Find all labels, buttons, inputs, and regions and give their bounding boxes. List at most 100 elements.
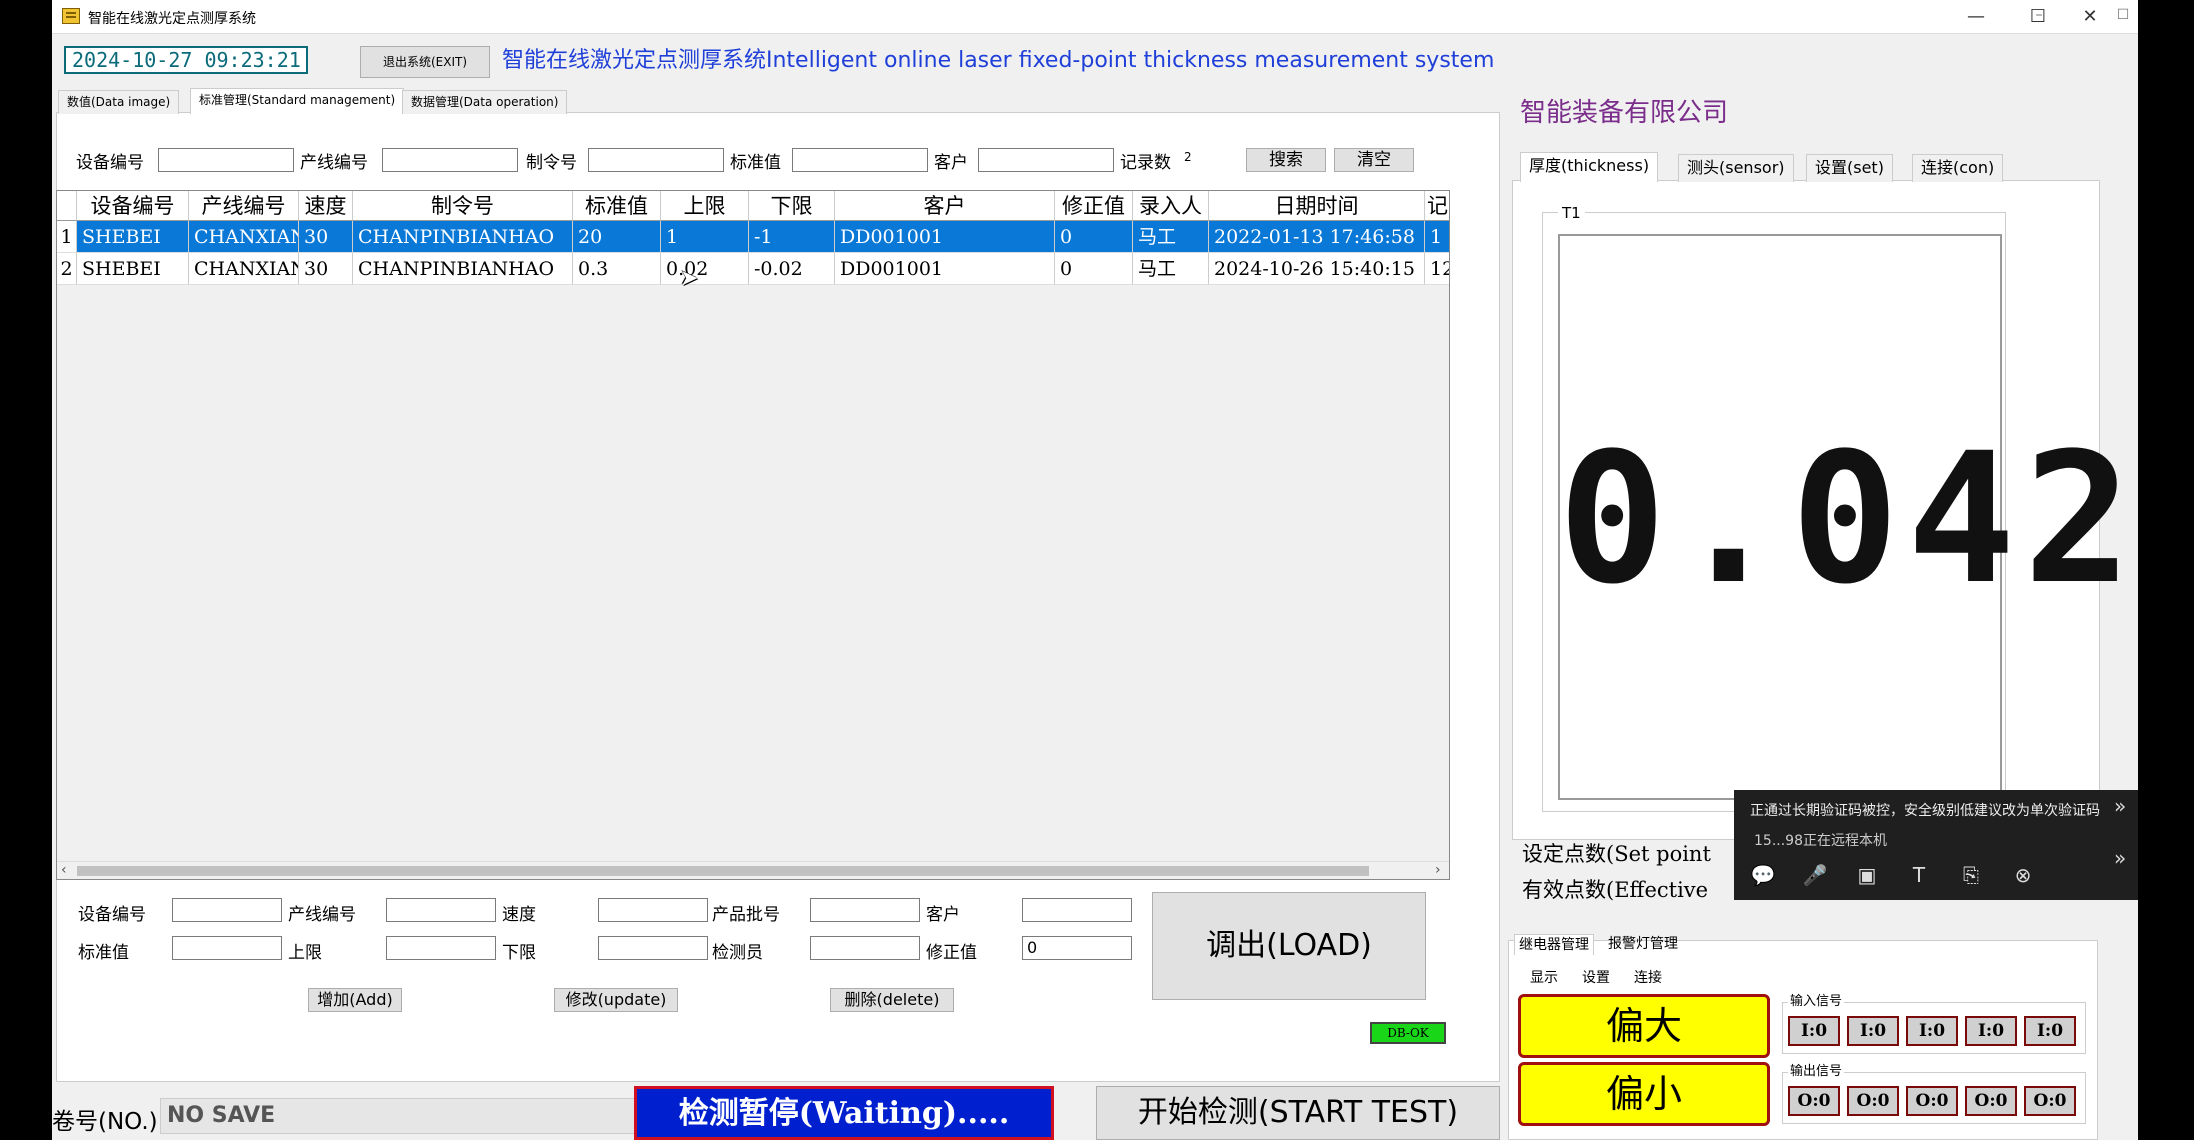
search-device-input[interactable] (158, 148, 294, 172)
cell-device[interactable]: SHEBEI (77, 253, 189, 285)
search-line-label: 产线编号 (300, 153, 368, 173)
form-batch-input[interactable] (810, 898, 920, 922)
tab-alarm-light[interactable]: 报警灯管理 (1604, 934, 1682, 954)
maximize-button[interactable]: ☐ (2018, 4, 2058, 30)
form-lower-input[interactable] (598, 936, 708, 960)
form-line-input[interactable] (386, 898, 496, 922)
col-header-line[interactable]: 产线编号 (189, 191, 299, 221)
delete-button[interactable]: 删除(delete) (830, 988, 954, 1012)
roll-number-value[interactable]: NO SAVE (160, 1098, 650, 1134)
cell-more[interactable]: 12 (1425, 253, 1449, 285)
cell-upper[interactable]: 1 (661, 221, 749, 253)
col-header-upper[interactable]: 上限 (661, 191, 749, 221)
form-batch-label: 产品批号 (712, 905, 780, 925)
form-upper-input[interactable] (386, 936, 496, 960)
form-inspector-input[interactable] (810, 936, 920, 960)
chat-icon[interactable]: 💬 (1748, 860, 1778, 890)
col-header-operator[interactable]: 录入人 (1133, 191, 1209, 221)
tab-set[interactable]: 设置(set) (1806, 154, 1893, 182)
too-small-indicator[interactable]: 偏小 (1518, 1062, 1770, 1126)
col-header-order[interactable]: 制令号 (353, 191, 573, 221)
cell-customer[interactable]: DD001001 (835, 221, 1055, 253)
cell-speed[interactable]: 30 (299, 221, 353, 253)
tab-data-image[interactable]: 数值(Data image) (58, 90, 180, 114)
col-header-more[interactable]: 记 (1425, 191, 1449, 221)
file-transfer-icon[interactable]: ⎘ (1956, 860, 1986, 890)
standards-table[interactable]: 设备编号 产线编号 速度 制令号 标准值 上限 下限 客户 修正值 录入人 日期… (56, 190, 1450, 880)
too-large-indicator[interactable]: 偏大 (1518, 994, 1770, 1058)
cell-datetime[interactable]: 2022-01-13 17:46:58 (1209, 221, 1425, 253)
subtab-connection[interactable]: 连接 (1630, 968, 1666, 988)
subtab-settings[interactable]: 设置 (1578, 968, 1614, 988)
minimize-button[interactable]: — (1956, 4, 1996, 30)
cell-order[interactable]: CHANPINBIANHAO (353, 253, 573, 285)
col-header-device[interactable]: 设备编号 (77, 191, 189, 221)
tab-thickness[interactable]: 厚度(thickness) (1520, 152, 1659, 182)
scroll-right-icon[interactable]: › (1435, 862, 1441, 878)
app-window: 智能在线激光定点测厚系统 – ☐ — ☐ ✕ 2024-10-27 09:23:… (52, 0, 2138, 1140)
cell-correction[interactable]: 0 (1055, 221, 1133, 253)
search-button[interactable]: 搜索 (1246, 148, 1326, 172)
form-correction-input[interactable]: 0 (1022, 936, 1132, 960)
form-line-label: 产线编号 (288, 905, 356, 925)
cell-lower[interactable]: -1 (749, 221, 835, 253)
col-header-customer[interactable]: 客户 (835, 191, 1055, 221)
table-row[interactable]: 1 SHEBEI CHANXIAN 30 CHANPINBIANHAO 20 1… (57, 221, 1449, 253)
cell-line[interactable]: CHANXIAN (189, 253, 299, 285)
cell-device[interactable]: SHEBEI (77, 221, 189, 253)
microphone-icon[interactable]: 🎤 (1800, 860, 1830, 890)
form-std-input[interactable] (172, 936, 282, 960)
exit-button[interactable]: 退出系统(EXIT) (360, 46, 490, 78)
input-signal-4: I:0 (1965, 1016, 2017, 1046)
add-button[interactable]: 增加(Add) (308, 988, 402, 1012)
cell-datetime[interactable]: 2024-10-26 15:40:15 (1209, 253, 1425, 285)
output-signal-3: O:0 (1906, 1086, 1958, 1116)
search-customer-input[interactable] (978, 148, 1114, 172)
restore-small-icon[interactable]: ☐ (2112, 6, 2134, 24)
col-header-lower[interactable]: 下限 (749, 191, 835, 221)
cell-order[interactable]: CHANPINBIANHAO (353, 221, 573, 253)
cell-speed[interactable]: 30 (299, 253, 353, 285)
scroll-left-icon[interactable]: ‹ (61, 862, 67, 878)
cell-line[interactable]: CHANXIAN (189, 221, 299, 253)
tab-relay[interactable]: 继电器管理 (1514, 934, 1594, 955)
form-customer-input[interactable] (1022, 898, 1132, 922)
cell-customer[interactable]: DD001001 (835, 253, 1055, 285)
col-header-speed[interactable]: 速度 (299, 191, 353, 221)
tab-standard-management[interactable]: 标准管理(Standard management) (190, 88, 405, 114)
cell-operator[interactable]: 马工 (1133, 253, 1209, 285)
cell-lower[interactable]: -0.02 (749, 253, 835, 285)
collapse-icon[interactable]: » (2114, 846, 2126, 870)
search-line-input[interactable] (382, 148, 518, 172)
text-icon[interactable]: T (1904, 860, 1934, 890)
form-device-input[interactable] (172, 898, 282, 922)
search-order-input[interactable] (588, 148, 724, 172)
table-corner (57, 191, 77, 221)
disconnect-icon[interactable]: ⊗ (2008, 860, 2038, 890)
expand-icon[interactable]: » (2114, 794, 2126, 818)
tab-sensor[interactable]: 测头(sensor) (1678, 154, 1794, 182)
tab-data-operation[interactable]: 数据管理(Data operation) (402, 90, 568, 114)
search-std-input[interactable] (792, 148, 928, 172)
cell-upper[interactable]: 0.02 (661, 253, 749, 285)
clear-button[interactable]: 清空 (1334, 148, 1414, 172)
load-button[interactable]: 调出(LOAD) (1152, 892, 1426, 1000)
cell-std[interactable]: 0.3 (573, 253, 661, 285)
scrollbar-thumb[interactable] (77, 866, 1369, 876)
cell-correction[interactable]: 0 (1055, 253, 1133, 285)
cell-more[interactable]: 1 (1425, 221, 1449, 253)
horizontal-scrollbar[interactable]: ‹ › (57, 861, 1449, 879)
cell-std[interactable]: 20 (573, 221, 661, 253)
cell-operator[interactable]: 马工 (1133, 221, 1209, 253)
form-speed-input[interactable] (598, 898, 708, 922)
screen-share-icon[interactable]: ▣ (1852, 860, 1882, 890)
close-button[interactable]: ✕ (2070, 4, 2110, 30)
table-row[interactable]: 2 SHEBEI CHANXIAN 30 CHANPINBIANHAO 0.3 … (57, 253, 1449, 285)
subtab-display[interactable]: 显示 (1526, 968, 1562, 988)
col-header-std[interactable]: 标准值 (573, 191, 661, 221)
tab-con[interactable]: 连接(con) (1912, 154, 2004, 182)
col-header-correction[interactable]: 修正值 (1055, 191, 1133, 221)
col-header-datetime[interactable]: 日期时间 (1209, 191, 1425, 221)
update-button[interactable]: 修改(update) (554, 988, 678, 1012)
start-test-button[interactable]: 开始检测(START TEST) (1096, 1086, 1500, 1140)
